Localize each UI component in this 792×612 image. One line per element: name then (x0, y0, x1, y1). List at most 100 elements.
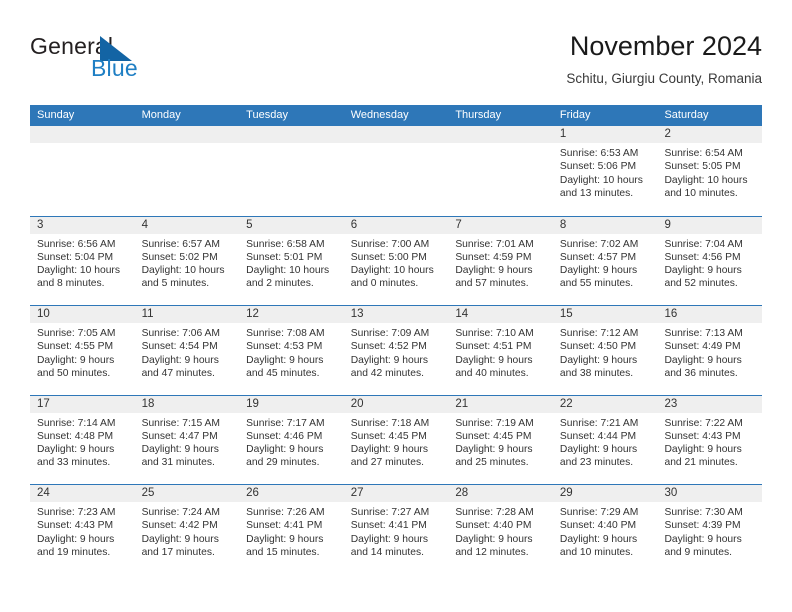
sunrise-text: Sunrise: 7:24 AM (141, 507, 220, 518)
calendar-day-cell[interactable]: 14 Sunrise: 7:10 AM Sunset: 4:51 PM Dayligh… (448, 306, 553, 395)
daylight-text-line1: Daylight: 9 hours (246, 354, 324, 366)
calendar-day-cell[interactable]: 8 Sunrise: 7:02 AM Sunset: 4:57 PM Daylight… (552, 216, 658, 305)
calendar-day-cell[interactable]: 17 Sunrise: 7:14 AM Sunset: 4:48 PM Dayligh… (30, 395, 135, 484)
day-number: 19 (246, 397, 259, 410)
day-sun-info: Sunrise: 7:01 AM Sunset: 4:59 PM Daylight:… (448, 234, 553, 291)
calendar-day-cell[interactable]: 12 Sunrise: 7:08 AM Sunset: 4:53 PM Dayligh… (239, 306, 344, 395)
logo-text-blue: Blue (91, 55, 138, 81)
weekday-header-thursday: Thursday (455, 109, 502, 121)
sunset-text: Sunset: 4:55 PM (37, 341, 114, 353)
daylight-text-line2: and 55 minutes. (559, 278, 634, 290)
calendar-day-cell-empty (448, 126, 553, 216)
day-number-band: 15 (552, 306, 658, 323)
calendar-day-cell[interactable]: 24 Sunrise: 7:23 AM Sunset: 4:43 PM Dayligh… (30, 485, 135, 574)
day-sun-info: Sunrise: 7:30 AM Sunset: 4:39 PM Daylight:… (657, 502, 762, 559)
calendar-day-cell[interactable]: 10 Sunrise: 7:05 AM Sunset: 4:55 PM Dayligh… (30, 306, 135, 395)
calendar-day-cell[interactable]: 19 Sunrise: 7:17 AM Sunset: 4:46 PM Dayligh… (239, 395, 344, 484)
calendar-day-cell[interactable]: 13 Sunrise: 7:09 AM Sunset: 4:52 PM Dayligh… (343, 306, 449, 395)
daylight-text-line1: Daylight: 9 hours (559, 354, 638, 366)
sunrise-text: Sunrise: 7:09 AM (350, 328, 430, 339)
generalblue-logo[interactable]: General Blue (30, 33, 220, 85)
weekday-header-tuesday: Tuesday (246, 109, 288, 121)
calendar-day-cell[interactable]: 20 Sunrise: 7:18 AM Sunset: 4:45 PM Dayligh… (343, 395, 449, 484)
daylight-text-line1: Daylight: 9 hours (141, 354, 219, 366)
daylight-text-line2: and 12 minutes. (455, 546, 529, 558)
day-sun-info: Sunrise: 7:10 AM Sunset: 4:51 PM Daylight:… (448, 323, 553, 380)
sunset-text: Sunset: 4:40 PM (455, 520, 532, 532)
day-number: 25 (141, 487, 155, 499)
daylight-text-line1: Daylight: 9 hours (246, 533, 324, 545)
day-number: 10 (37, 308, 50, 320)
calendar-day-cell[interactable]: 4 Sunrise: 6:57 AM Sunset: 5:02 PM Daylight… (134, 216, 240, 305)
day-number-band: 19 (239, 395, 344, 413)
day-sun-info: Sunrise: 7:13 AM Sunset: 4:49 PM Daylight:… (657, 323, 762, 380)
calendar-day-cell[interactable]: 26 Sunrise: 7:26 AM Sunset: 4:41 PM Dayligh… (239, 485, 344, 574)
day-number: 2 (664, 128, 671, 140)
day-number: 12 (246, 308, 259, 320)
calendar-day-cell[interactable]: 28 Sunrise: 7:28 AM Sunset: 4:40 PM Dayligh… (448, 485, 553, 574)
day-sun-info: Sunrise: 6:56 AM Sunset: 5:04 PM Daylight:… (30, 234, 135, 291)
day-number-band: 2 (657, 126, 763, 143)
calendar-week-row: 10 Sunrise: 7:05 AM Sunset: 4:55 PM Dayligh… (30, 305, 763, 395)
calendar-day-cell[interactable]: 15 Sunrise: 7:12 AM Sunset: 4:50 PM Dayligh… (552, 306, 658, 395)
page-title: November 2024 (569, 31, 762, 61)
sunset-text: Sunset: 4:44 PM (559, 430, 637, 442)
day-sun-info: Sunrise: 7:17 AM Sunset: 4:46 PM Daylight:… (239, 413, 344, 470)
calendar-day-cell[interactable]: 11 Sunrise: 7:06 AM Sunset: 4:54 PM Dayligh… (134, 306, 240, 395)
sunset-text: Sunset: 4:41 PM (246, 520, 323, 532)
day-number-band: 26 (239, 485, 344, 502)
calendar-day-cell[interactable]: 23 Sunrise: 7:22 AM Sunset: 4:43 PM Dayligh… (657, 395, 763, 484)
calendar-day-cell[interactable]: 29 Sunrise: 7:29 AM Sunset: 4:40 PM Dayligh… (552, 485, 658, 574)
calendar-day-cell[interactable]: 16 Sunrise: 7:13 AM Sunset: 4:49 PM Dayligh… (657, 306, 763, 395)
daylight-text-line2: and 47 minutes. (141, 367, 215, 379)
calendar-day-cell[interactable]: 5 Sunrise: 6:58 AM Sunset: 5:01 PM Daylight… (239, 216, 344, 305)
daylight-text-line2: and 42 minutes. (350, 367, 425, 379)
sunrise-text: Sunrise: 7:02 AM (559, 238, 639, 250)
calendar-day-cell[interactable]: 3 Sunrise: 6:56 AM Sunset: 5:04 PM Daylight… (30, 216, 135, 305)
sunset-text: Sunset: 4:56 PM (664, 251, 741, 263)
sunset-text: Sunset: 4:54 PM (141, 341, 218, 353)
day-number-band (239, 126, 344, 143)
sunset-text: Sunset: 4:45 PM (350, 430, 427, 442)
sunrise-text: Sunrise: 7:30 AM (664, 507, 743, 518)
day-sun-info: Sunrise: 6:54 AM Sunset: 5:05 PM Daylight:… (657, 143, 762, 200)
weekday-header-row: Sunday Monday Tuesday Wednesday Thursday… (30, 105, 762, 126)
sunrise-text: Sunrise: 7:27 AM (350, 507, 430, 518)
day-number: 4 (141, 218, 148, 231)
day-number: 15 (559, 308, 573, 320)
daylight-text-line1: Daylight: 10 hours (141, 265, 225, 277)
day-number-band: 23 (657, 395, 763, 413)
day-number-band: 8 (552, 216, 658, 234)
calendar-day-cell[interactable]: 21 Sunrise: 7:19 AM Sunset: 4:45 PM Dayligh… (448, 395, 553, 484)
calendar-day-cell[interactable]: 2 Sunrise: 6:54 AM Sunset: 5:05 PM Daylight… (657, 126, 763, 216)
calendar-day-cell[interactable]: 6 Sunrise: 7:00 AM Sunset: 5:00 PM Daylight… (343, 216, 449, 305)
calendar-day-cell[interactable]: 18 Sunrise: 7:15 AM Sunset: 4:47 PM Dayligh… (134, 395, 240, 484)
daylight-text-line2: and 10 minutes. (559, 546, 634, 558)
sunrise-text: Sunrise: 6:58 AM (246, 238, 325, 250)
calendar-day-cell[interactable]: 22 Sunrise: 7:21 AM Sunset: 4:44 PM Dayligh… (552, 395, 658, 484)
calendar-day-cell[interactable]: 1 Sunrise: 6:53 AM Sunset: 5:06 PM Daylight… (552, 126, 658, 216)
weekday-header-sunday: Sunday (37, 109, 75, 121)
calendar-day-cell[interactable]: 25 Sunrise: 7:24 AM Sunset: 4:42 PM Dayligh… (134, 485, 240, 574)
day-number-band: 28 (448, 485, 553, 502)
day-number: 26 (246, 487, 259, 499)
daylight-text-line2: and 15 minutes. (246, 546, 320, 558)
day-number-band: 12 (239, 306, 344, 323)
calendar-weeks: 1 Sunrise: 6:53 AM Sunset: 5:06 PM Daylight… (30, 126, 763, 574)
sunrise-text: Sunrise: 7:19 AM (455, 417, 534, 429)
day-sun-info: Sunrise: 7:27 AM Sunset: 4:41 PM Daylight:… (344, 502, 449, 559)
day-number-band: 14 (448, 306, 553, 323)
calendar-day-cell[interactable]: 7 Sunrise: 7:01 AM Sunset: 4:59 PM Daylight… (448, 216, 553, 305)
calendar-day-cell[interactable]: 9 Sunrise: 7:04 AM Sunset: 4:56 PM Daylight… (657, 216, 763, 305)
calendar-day-cell[interactable]: 27 Sunrise: 7:27 AM Sunset: 4:41 PM Dayligh… (343, 485, 449, 574)
daylight-text-line2: and 5 minutes. (141, 278, 210, 290)
day-number-band: 21 (448, 395, 553, 413)
sunrise-text: Sunrise: 6:56 AM (37, 238, 116, 250)
day-sun-info: Sunrise: 7:04 AM Sunset: 4:56 PM Daylight:… (657, 234, 762, 291)
daylight-text-line2: and 52 minutes. (664, 278, 738, 290)
day-sun-info: Sunrise: 7:14 AM Sunset: 4:48 PM Daylight:… (30, 413, 135, 470)
calendar-day-cell[interactable]: 30 Sunrise: 7:30 AM Sunset: 4:39 PM Dayligh… (657, 485, 763, 574)
day-number-band (134, 126, 240, 143)
daylight-text-line2: and 33 minutes. (37, 457, 111, 469)
daylight-text-line1: Daylight: 9 hours (455, 444, 533, 456)
